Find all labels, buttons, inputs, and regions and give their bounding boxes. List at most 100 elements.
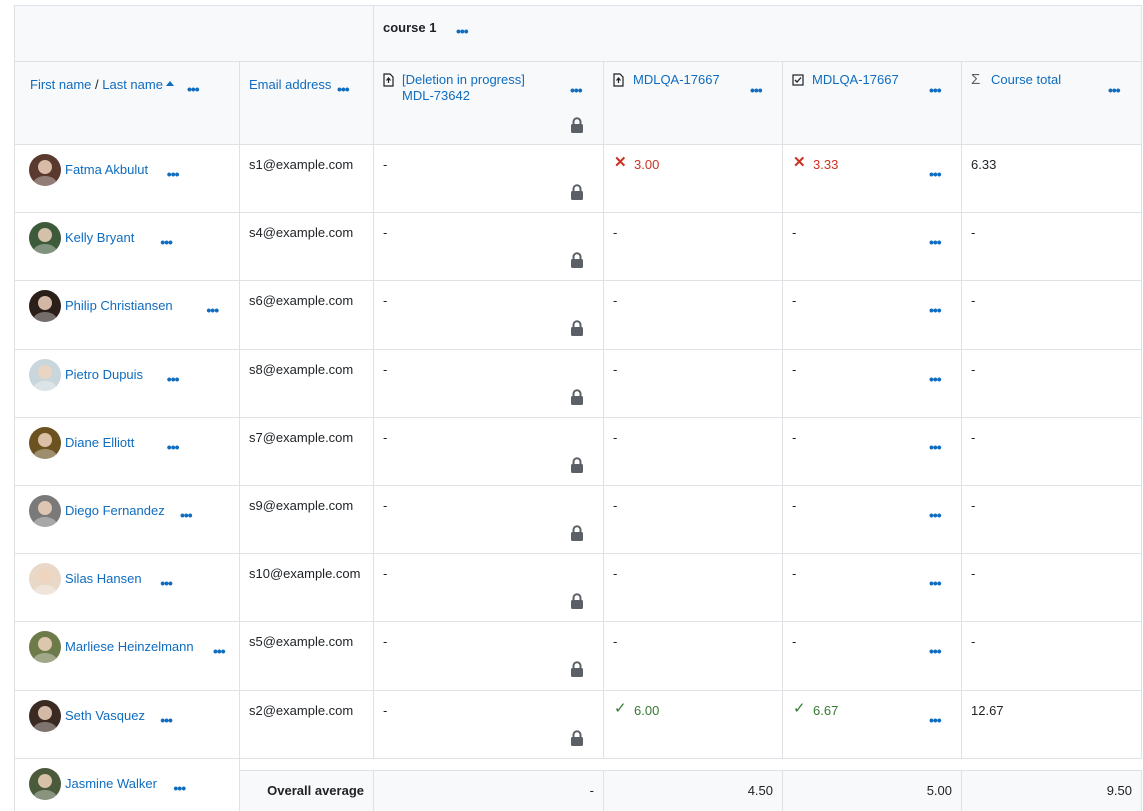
column-header-email: Email address ••• [240,62,374,145]
user-name-link[interactable]: Philip Christiansen [65,298,173,314]
table-row-course-total[interactable]: - [962,486,1142,555]
correct-check-icon: ✓ [793,699,806,717]
category-title: course 1 [383,20,437,35]
user-menu-button[interactable]: ••• [180,508,193,522]
table-row-name-cell: Philip Christiansen ••• [15,281,240,350]
table-row-grade-item-3[interactable]: - ••• [783,486,962,555]
table-row-grade-item-3[interactable]: - ••• [783,554,962,623]
grade-cell-menu-button[interactable]: ••• [929,576,942,590]
grade-cell-menu-button[interactable]: ••• [929,508,942,522]
table-row-grade-item-2[interactable]: ✕ 3.00 [604,145,783,214]
user-menu-button[interactable]: ••• [167,440,180,454]
email-value: s1@example.com [249,157,354,172]
user-menu-button[interactable]: ••• [213,644,226,658]
name-column-menu-button[interactable]: ••• [187,82,200,96]
sort-ascending-icon[interactable] [165,80,175,88]
table-row-grade-item-3[interactable]: - ••• [783,417,962,486]
grade-cell-menu-button[interactable]: ••• [929,372,942,386]
user-menu-button[interactable]: ••• [206,303,219,317]
table-row-course-total[interactable]: - [962,554,1142,623]
table-row-grade-item-2[interactable]: - [604,486,783,555]
grade-cell-menu-button[interactable]: ••• [929,440,942,454]
user-name-link[interactable]: Seth Vasquez [65,708,145,724]
sort-by-name: First name / Last name [30,77,163,93]
table-row-course-total[interactable]: - [962,213,1142,282]
user-menu-button[interactable]: ••• [160,235,173,249]
grade-cell-menu-button[interactable]: ••• [929,644,942,658]
user-name-link[interactable]: Jasmine Walker [65,776,157,792]
item-2-menu-button[interactable]: ••• [750,83,763,97]
grade-cell-menu-button[interactable]: ••• [929,167,942,181]
user-name-link[interactable]: Diane Elliott [65,435,134,451]
table-row-grade-item-2[interactable]: ✓ 6.00 [604,690,783,759]
lock-icon [571,320,583,337]
grade-value: - [383,702,388,718]
grade-cell-menu-button[interactable]: ••• [929,303,942,317]
table-row-grade-item-1[interactable]: - [374,622,604,691]
item-1-menu-button[interactable]: ••• [570,83,583,97]
table-row-grade-item-2[interactable]: - [604,349,783,418]
course-total-link[interactable]: Course total [991,72,1061,88]
user-name-link[interactable]: Pietro Dupuis [65,367,143,383]
user-name-link[interactable]: Marliese Heinzelmann [65,639,194,655]
table-row-grade-item-1[interactable]: - [374,145,604,214]
item-1-title-line2: MDL-73642 [402,88,470,103]
table-row-grade-item-3[interactable]: ✓ 6.67 ••• [783,690,962,759]
sort-firstname-link[interactable]: First name [30,77,91,92]
table-row-grade-item-2[interactable]: - [604,417,783,486]
grader-report-table: course 1 ••• First name / Last name ••• … [14,5,1142,811]
table-row-grade-item-3[interactable]: - ••• [783,622,962,691]
table-row-grade-item-1[interactable]: - [374,554,604,623]
user-menu-button[interactable]: ••• [173,781,186,795]
user-menu-button[interactable]: ••• [160,576,173,590]
email-column-menu-button[interactable]: ••• [337,82,350,96]
grade-value: - [792,498,797,513]
grade-value: - [613,429,618,445]
user-menu-button[interactable]: ••• [167,372,180,386]
table-row-grade-item-1[interactable]: - [374,213,604,282]
avatar [29,699,61,732]
user-name-link[interactable]: Fatma Akbulut [65,162,148,178]
table-row-grade-item-1[interactable]: - [374,281,604,350]
table-row-course-total[interactable]: 6.33 [962,145,1142,214]
total-value: - [971,566,976,582]
table-row-course-total[interactable]: - [962,622,1142,691]
user-menu-button[interactable]: ••• [167,167,180,181]
table-row-grade-item-2[interactable]: - [604,622,783,691]
lock-icon [571,593,583,610]
grade-value: - [383,566,388,582]
table-row-grade-item-3[interactable]: ✕ 3.33 ••• [783,145,962,214]
table-row-grade-item-1[interactable]: - [374,349,604,418]
table-row-grade-item-3[interactable]: - ••• [783,281,962,350]
table-row-grade-item-1[interactable]: - [374,417,604,486]
sort-email-link[interactable]: Email address [249,77,331,93]
item-1-link[interactable]: [Deletion in progress] MDL-73642 [402,72,525,104]
table-row-email-cell: s1@example.com [240,145,374,214]
table-row-grade-item-1[interactable]: - [374,486,604,555]
item-2-link[interactable]: MDLQA-17667 [633,72,720,88]
table-row-grade-item-1[interactable]: - [374,690,604,759]
item-3-menu-button[interactable]: ••• [929,83,942,97]
user-name-link[interactable]: Kelly Bryant [65,230,134,246]
user-name-link[interactable]: Diego Fernandez [65,503,165,519]
table-row-grade-item-3[interactable]: - ••• [783,213,962,282]
user-menu-button[interactable]: ••• [160,713,173,727]
category-menu-button[interactable]: ••• [456,24,469,38]
item-3-link[interactable]: MDLQA-17667 [812,72,899,88]
table-row-course-total[interactable]: - [962,281,1142,350]
avatar [29,767,61,800]
grade-cell-menu-button[interactable]: ••• [929,235,942,249]
table-row-grade-item-2[interactable]: - [604,213,783,282]
table-row-name-cell: Kelly Bryant ••• [15,213,240,282]
table-row-grade-item-2[interactable]: - [604,281,783,350]
table-row-grade-item-2[interactable]: - [604,554,783,623]
total-value: - [971,498,976,513]
table-row-course-total[interactable]: - [962,349,1142,418]
table-row-course-total[interactable]: - [962,417,1142,486]
grade-cell-menu-button[interactable]: ••• [929,713,942,727]
sort-lastname-link[interactable]: Last name [102,77,163,92]
table-row-grade-item-3[interactable]: - ••• [783,349,962,418]
course-total-menu-button[interactable]: ••• [1108,83,1121,97]
table-row-course-total[interactable]: 12.67 [962,690,1142,759]
user-name-link[interactable]: Silas Hansen [65,571,142,587]
